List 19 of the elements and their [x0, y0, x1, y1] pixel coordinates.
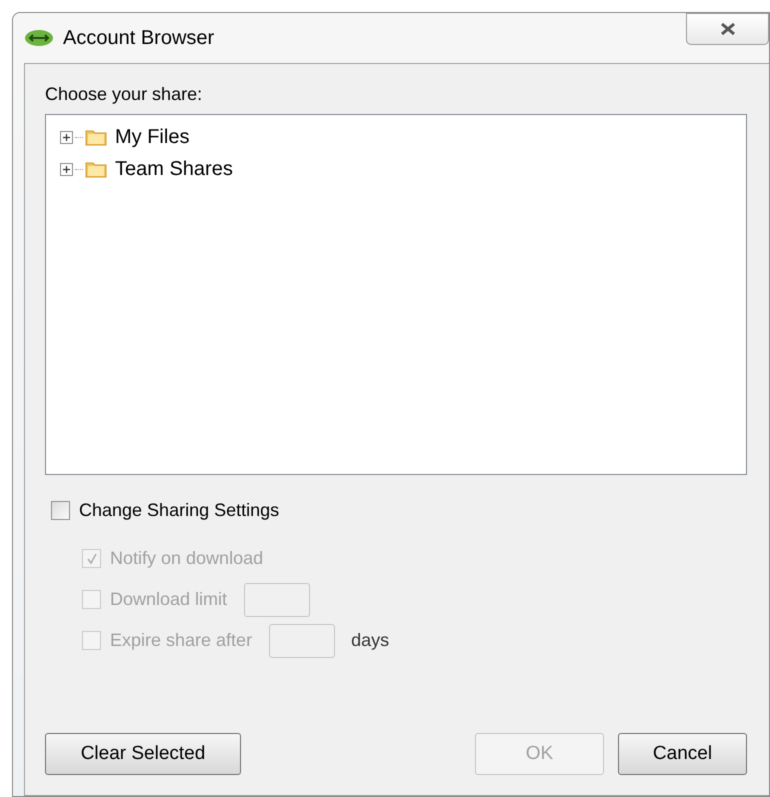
- checkbox-label[interactable]: Change Sharing Settings: [79, 497, 280, 524]
- folder-icon: [85, 128, 107, 146]
- expand-toggle[interactable]: [60, 162, 73, 176]
- dialog-button[interactable]: Cancel: [618, 733, 747, 775]
- unit-label: days: [351, 629, 390, 652]
- tree-item[interactable]: Team Shares: [115, 154, 233, 184]
- app-logo-icon: [24, 29, 54, 47]
- window-title: Account Browser: [63, 26, 214, 51]
- folder-icon: [85, 160, 107, 178]
- checkmark-icon: [86, 552, 98, 564]
- tree-item[interactable]: My Files: [115, 122, 190, 152]
- plus-icon: [62, 164, 71, 174]
- close-icon: [718, 22, 736, 36]
- dialog-button[interactable]: Clear Selected: [45, 733, 241, 775]
- close-button[interactable]: [686, 13, 769, 45]
- expand-toggle[interactable]: [60, 130, 73, 144]
- plus-icon: [62, 132, 71, 142]
- share-label: Choose your share:: [45, 83, 204, 106]
- checkbox[interactable]: [51, 501, 70, 520]
